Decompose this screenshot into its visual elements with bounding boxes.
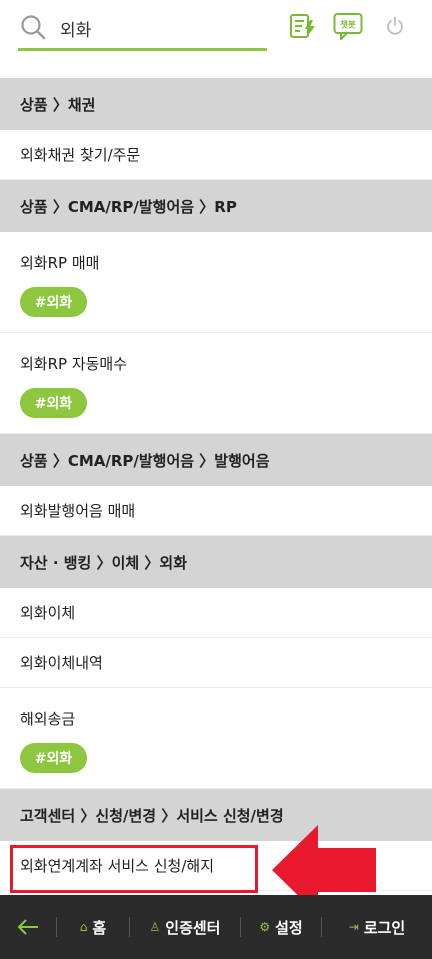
result-item-title: 외화채권 찾기/주문 xyxy=(20,146,141,164)
settings-button[interactable]: ⚙ 설정 xyxy=(241,895,321,959)
settings-label: 설정 xyxy=(275,918,303,937)
search-icon[interactable] xyxy=(20,14,46,40)
login-label: 로그인 xyxy=(363,918,406,937)
section-header: 상품 〉CMA/RP/발행어음 〉RP xyxy=(0,180,432,232)
result-item[interactable]: 외화이체내역 xyxy=(0,638,432,688)
result-item[interactable]: 외화채권 찾기/주문 xyxy=(0,130,432,180)
memo-lightning-icon[interactable] xyxy=(289,12,317,40)
result-item[interactable]: 외화RP 자동매수 #외화 xyxy=(0,333,432,434)
search-input[interactable] xyxy=(60,14,260,42)
home-label: 홈 xyxy=(92,918,107,937)
login-icon: ⇥ xyxy=(348,920,359,934)
cert-center-label: 인증센터 xyxy=(165,918,221,937)
cert-center-button[interactable]: ♙ 인증센터 xyxy=(130,895,240,959)
result-item-title: 외화RP 매매 xyxy=(20,254,100,272)
search-header: 챗봇 xyxy=(0,0,432,78)
result-item[interactable]: 외화RP 매매 #외화 xyxy=(0,232,432,333)
hashtag-badge[interactable]: #외화 xyxy=(20,743,87,773)
home-icon: ⌂ xyxy=(79,920,88,934)
search-underline xyxy=(18,48,267,51)
section-header: 상품 〉CMA/RP/발행어음 〉발행어음 xyxy=(0,434,432,486)
result-item-title: 해외송금 xyxy=(20,710,76,728)
chatbot-icon[interactable]: 챗봇 xyxy=(333,12,363,40)
hashtag-badge[interactable]: #외화 xyxy=(20,388,87,418)
login-button[interactable]: ⇥ 로그인 xyxy=(322,895,432,959)
section-header: 자산 · 뱅킹 〉이체 〉외화 xyxy=(0,536,432,588)
result-item[interactable]: 외화이체 xyxy=(0,588,432,638)
search-results-list: 상품 〉채권 외화채권 찾기/주문 상품 〉CMA/RP/발행어음 〉RP 외화… xyxy=(0,78,432,891)
result-item[interactable]: 해외송금 #외화 xyxy=(0,688,432,789)
back-button[interactable] xyxy=(0,895,56,959)
section-header: 상품 〉채권 xyxy=(0,78,432,130)
back-arrow-icon xyxy=(17,919,38,935)
result-item-title: 외화이체내역 xyxy=(20,654,103,672)
hashtag-badge[interactable]: #외화 xyxy=(20,287,87,317)
home-button[interactable]: ⌂ 홈 xyxy=(57,895,129,959)
result-item-title: 외화이체 xyxy=(20,604,76,622)
result-item-title: 외화RP 자동매수 xyxy=(20,355,128,373)
bottom-nav: ⌂ 홈 ♙ 인증센터 ⚙ 설정 ⇥ 로그인 xyxy=(0,895,432,959)
result-item-title: 외화연계계좌 서비스 신청/해지 xyxy=(20,857,214,875)
gear-icon: ⚙ xyxy=(259,920,271,934)
power-icon[interactable] xyxy=(386,16,404,36)
chatbot-label: 챗봇 xyxy=(340,20,356,31)
result-item[interactable]: 외화발행어음 매매 xyxy=(0,486,432,536)
person-icon: ♙ xyxy=(149,920,161,934)
result-item-title: 외화발행어음 매매 xyxy=(20,502,136,520)
